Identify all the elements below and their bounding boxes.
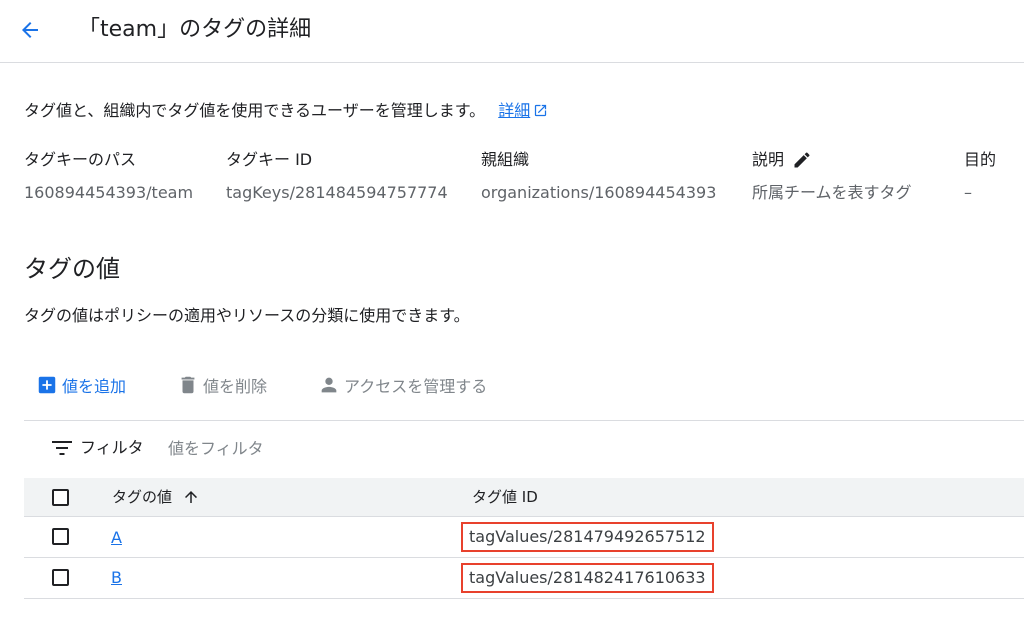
add-value-label: 値を追加 xyxy=(62,377,127,396)
delete-value-button[interactable]: 値を削除 xyxy=(177,373,267,397)
delete-value-label: 値を削除 xyxy=(203,377,268,396)
column-header-tag-value-label: タグの値 xyxy=(112,488,173,506)
manage-access-button[interactable]: アクセスを管理する xyxy=(318,373,487,397)
delete-icon xyxy=(181,376,195,394)
section-title: タグの値 xyxy=(24,255,120,283)
filter-label: フィルタ xyxy=(80,438,144,457)
metadata-label-tag-key-path: タグキーのパス xyxy=(24,150,137,169)
metadata-label-tag-key-id: タグキー ID xyxy=(226,150,313,169)
back-button[interactable] xyxy=(16,16,44,44)
column-header-tag-value-id: タグ値 ID xyxy=(472,488,538,506)
toolbar-divider xyxy=(24,420,1024,421)
person-icon xyxy=(321,377,337,393)
metadata-value-purpose: – xyxy=(964,183,972,202)
filter-input[interactable] xyxy=(168,433,568,463)
row-checkbox[interactable] xyxy=(52,569,69,586)
open-in-new-icon xyxy=(535,104,547,117)
page-title: 「team」のタグの詳細 xyxy=(78,17,312,42)
section-description: タグの値はポリシーの適用やリソースの分類に使用できます。 xyxy=(24,306,470,325)
add-value-button[interactable]: 値を追加 xyxy=(36,373,126,397)
learn-more-label: 詳細 xyxy=(498,101,531,120)
arrow-upward-icon xyxy=(185,491,198,503)
tag-value-id: tagValues/281479492657512 xyxy=(461,522,714,552)
edit-icon[interactable] xyxy=(792,150,812,170)
intro-description: タグ値と、組織内でタグ値を使用できるユーザーを管理します。 詳細 xyxy=(24,100,548,122)
add-box-icon xyxy=(38,376,56,394)
metadata-value-tag-key-id: tagKeys/281484594757774 xyxy=(226,183,448,202)
select-all-checkbox[interactable] xyxy=(52,489,69,506)
metadata-label-purpose: 目的 xyxy=(964,150,997,169)
filter-list-icon xyxy=(52,441,72,455)
tag-value-link[interactable]: A xyxy=(111,527,122,549)
intro-text: タグ値と、組織内でタグ値を使用できるユーザーを管理します。 xyxy=(24,101,486,120)
column-header-tag-value[interactable]: タグの値 xyxy=(112,486,200,508)
row-divider xyxy=(24,598,1024,599)
metadata-value-description: 所属チームを表すタグ xyxy=(752,183,912,202)
manage-access-label: アクセスを管理する xyxy=(344,377,488,396)
metadata-label-description: 説明 xyxy=(752,150,785,169)
metadata-label-description-wrap: 説明 xyxy=(752,149,812,171)
tag-value-link[interactable]: B xyxy=(111,567,122,589)
metadata-label-parent-org: 親組織 xyxy=(481,150,530,169)
learn-more-link[interactable]: 詳細 xyxy=(498,101,548,120)
tag-value-id: tagValues/281482417610633 xyxy=(461,563,714,593)
row-checkbox[interactable] xyxy=(52,528,69,545)
arrow-back-icon xyxy=(22,22,38,38)
metadata-value-tag-key-path: 160894454393/team xyxy=(24,183,194,202)
metadata-value-parent-org: organizations/160894454393 xyxy=(481,183,717,202)
